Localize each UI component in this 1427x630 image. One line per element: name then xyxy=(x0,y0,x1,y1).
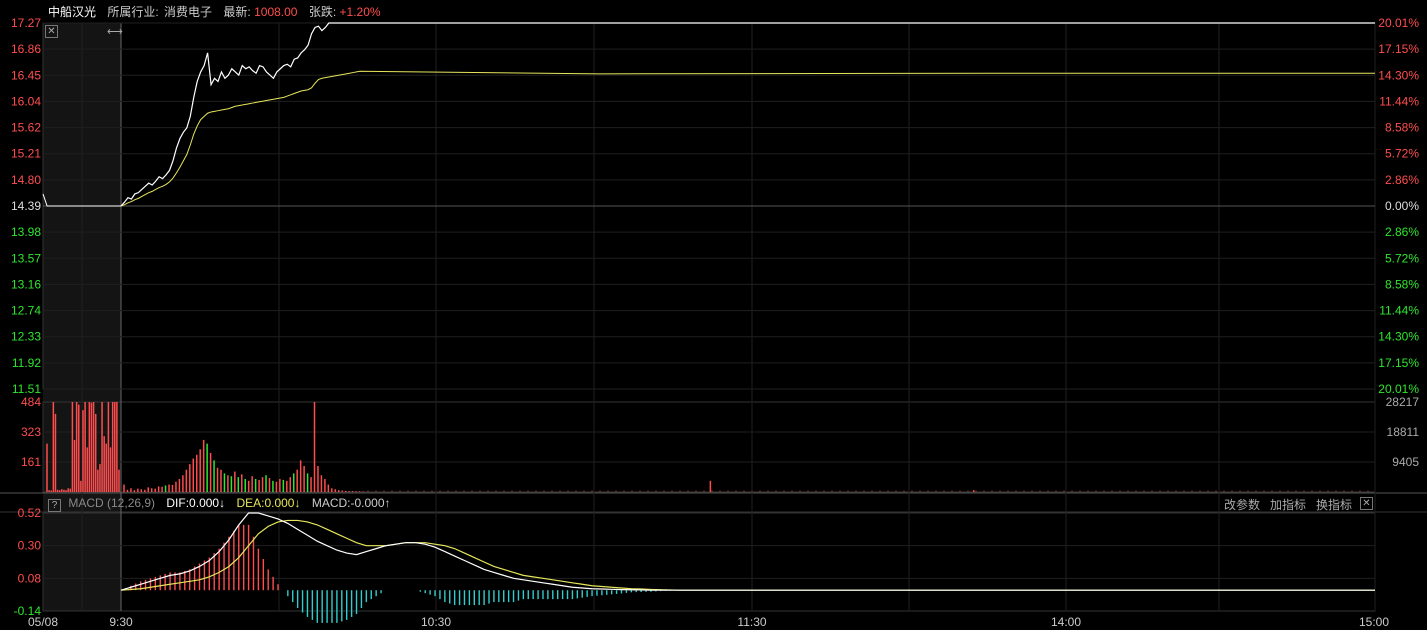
help-icon[interactable]: ? xyxy=(48,499,61,512)
percent-tick-label: 11.44% xyxy=(1379,94,1419,108)
percent-tick-label: 2.86% xyxy=(1385,225,1419,239)
percent-tick-label: 14.30% xyxy=(1378,330,1419,344)
percent-tick-label: 2.86% xyxy=(1385,173,1419,187)
time-axis-label: 11:30 xyxy=(737,615,766,629)
price-tick-label: 17.27 xyxy=(11,16,41,30)
price-tick-label: 13.16 xyxy=(11,277,41,291)
price-tick-label: 13.98 xyxy=(11,225,41,239)
macd-dif: DIF:0.000↓ xyxy=(166,496,226,510)
percent-tick-label: 17.15% xyxy=(1378,356,1419,370)
change-label: 张跌: xyxy=(308,5,337,19)
percent-tick-label: 14.30% xyxy=(1378,68,1419,82)
percent-tick-label: 20.01% xyxy=(1378,382,1419,396)
macd-value: MACD:-0.000↑ xyxy=(311,496,391,510)
volume-tick-label: 484 xyxy=(21,395,41,409)
close-overlay-icon[interactable]: ✕ xyxy=(45,25,58,38)
price-tick-label: 11.51 xyxy=(12,382,41,396)
percent-tick-label: 8.58% xyxy=(1385,121,1419,135)
change-params-button[interactable]: 改参数 xyxy=(1224,496,1260,513)
volume-right-tick-label: 18811 xyxy=(1387,425,1420,439)
average-price-line xyxy=(120,70,1375,207)
time-axis-label: 14:00 xyxy=(1051,615,1081,629)
price-tick-label: 14.80 xyxy=(11,173,41,187)
price-tick-label: 11.92 xyxy=(12,356,41,370)
percent-tick-label: 20.01% xyxy=(1378,16,1419,30)
price-tick-label: 12.33 xyxy=(11,330,41,344)
percent-tick-label: 8.58% xyxy=(1385,277,1419,291)
volume-right-tick-label: 9405 xyxy=(1392,455,1419,469)
price-line xyxy=(120,22,1375,207)
volume-tick-label: 161 xyxy=(21,455,41,469)
percent-tick-label: 5.72% xyxy=(1385,147,1419,161)
volume-right-tick-label: 28217 xyxy=(1386,395,1420,409)
price-tick-label: 12.74 xyxy=(11,304,41,318)
price-tick-label: 16.86 xyxy=(11,42,41,56)
latest-label: 最新: xyxy=(223,5,251,19)
macd-tick-label: 0.08 xyxy=(18,571,42,585)
time-axis-label: 15:00 xyxy=(1359,615,1389,629)
percent-tick-label: 5.72% xyxy=(1385,251,1419,265)
stock-name[interactable]: 中船汉光 xyxy=(48,5,96,19)
panel-frame xyxy=(42,512,1376,612)
macd-header: ? MACD (12,26,9) DIF:0.000↓ DEA:0.000↓ M… xyxy=(48,496,399,512)
dea-line xyxy=(120,519,1375,591)
time-axis-label: 05/08 xyxy=(28,615,58,629)
time-axis-label: 9:30 xyxy=(109,615,133,629)
percent-tick-label: 17.15% xyxy=(1378,42,1419,56)
price-tick-label: 15.21 xyxy=(11,147,41,161)
price-tick-label: 16.04 xyxy=(11,94,41,108)
industry-value[interactable]: 消费电子 xyxy=(164,5,212,19)
change-value: +1.20% xyxy=(339,5,381,19)
price-tick-label: 14.39 xyxy=(11,199,41,213)
volume-tick-label: 323 xyxy=(21,425,41,439)
price-tick-label: 15.62 xyxy=(11,121,41,135)
resize-icon[interactable]: ⟷ xyxy=(107,25,123,38)
add-indicator-button[interactable]: 加指标 xyxy=(1270,496,1306,513)
latest-value: 1008.00 xyxy=(254,5,298,19)
time-axis-label: 10:30 xyxy=(421,615,451,629)
close-indicator-icon[interactable]: ✕ xyxy=(1360,497,1373,510)
panel-frame xyxy=(42,401,1376,493)
chart-header: 中船汉光 所属行业: 消费电子 最新: 1008.00 张跌: +1.20% xyxy=(48,3,389,20)
macd-tick-label: 0.30 xyxy=(18,539,42,553)
stock-chart: 17.27 20.01% 16.86 17.15% 16.45 14.30% 16.04 11… xyxy=(0,16,1427,629)
percent-tick-label: 0.00% xyxy=(1385,199,1419,213)
macd-dea: DEA:0.000↓ xyxy=(236,496,301,510)
percent-tick-label: 11.44% xyxy=(1379,304,1419,318)
price-tick-label: 13.57 xyxy=(11,251,41,265)
industry-label: 所属行业: xyxy=(107,5,159,19)
switch-indicator-button[interactable]: 换指标 xyxy=(1316,496,1352,513)
macd-title[interactable]: MACD (12,26,9) xyxy=(68,496,155,510)
price-tick-label: 16.45 xyxy=(11,68,41,82)
macd-tick-label: 0.52 xyxy=(18,506,42,520)
